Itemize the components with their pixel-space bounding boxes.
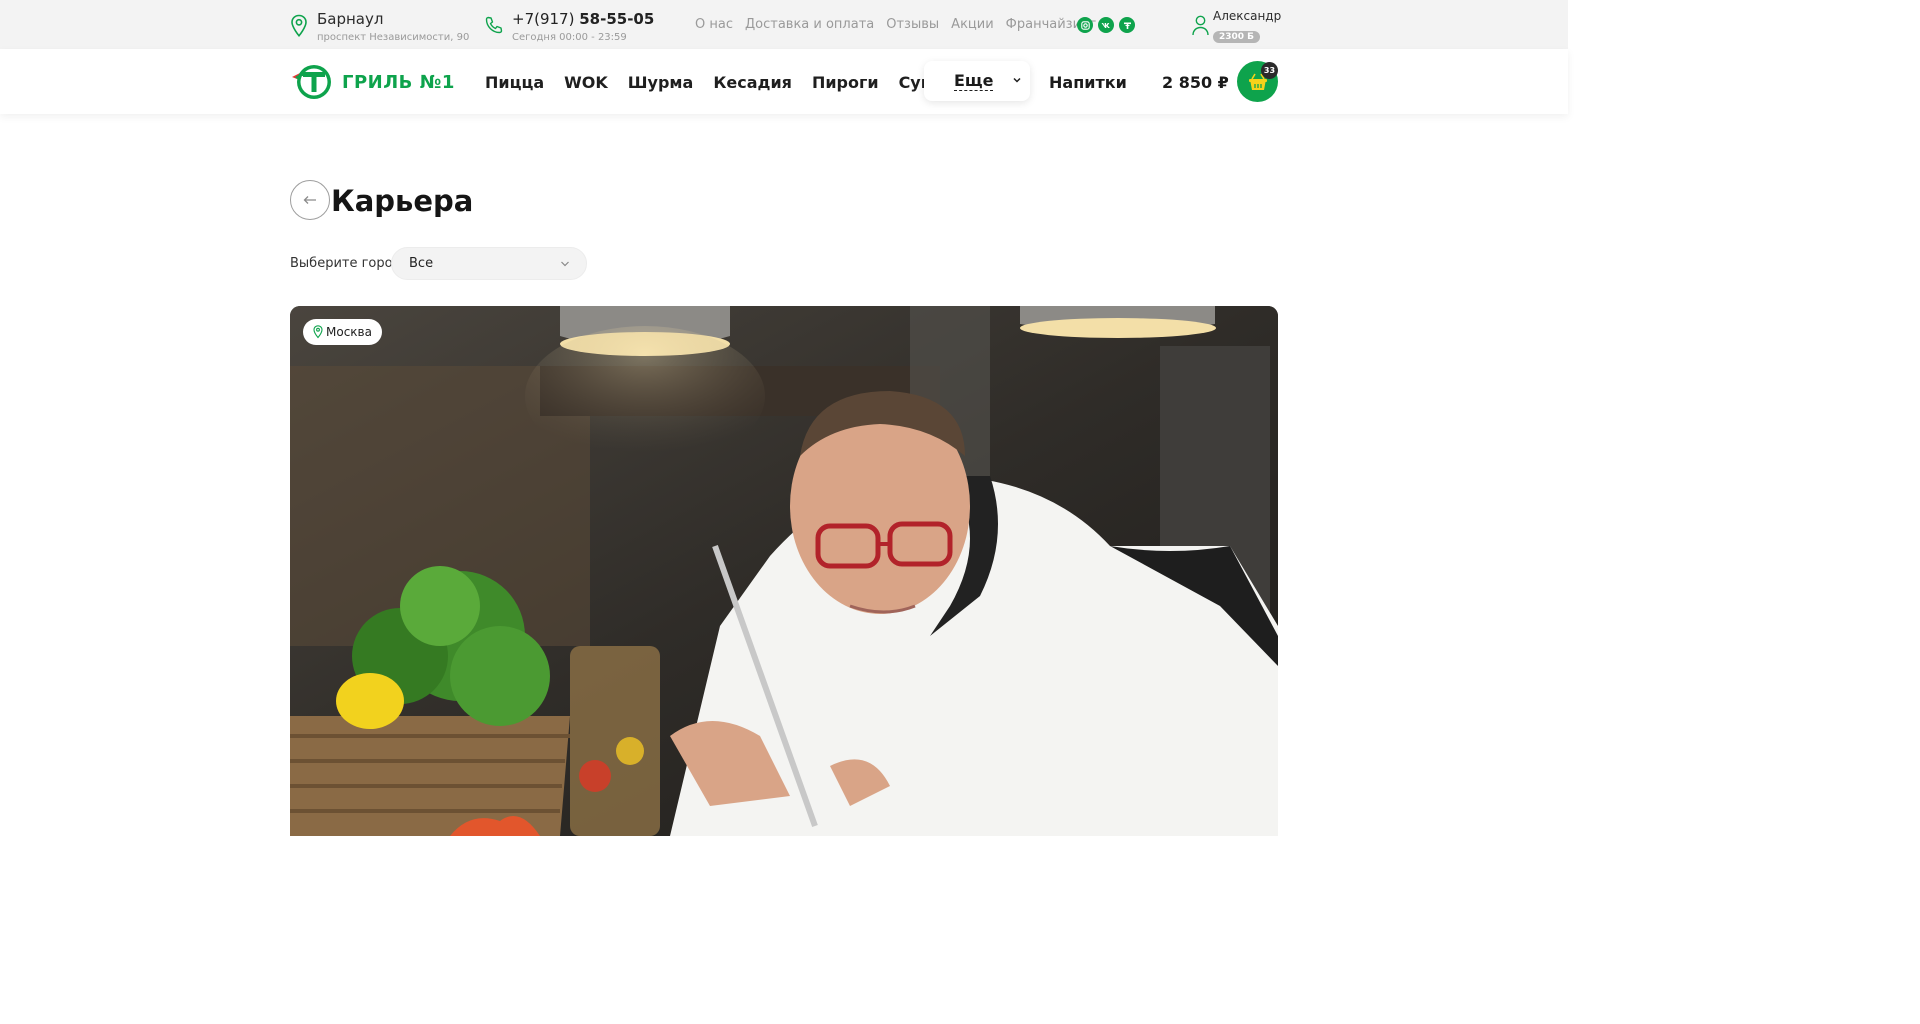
menu-item-drinks[interactable]: Напитки bbox=[1049, 73, 1127, 92]
instagram-icon[interactable] bbox=[1077, 17, 1093, 33]
city-name[interactable]: Барнаул bbox=[317, 10, 469, 28]
cart-total[interactable]: 2 850 ₽ bbox=[1162, 73, 1229, 92]
chevron-down-icon bbox=[561, 261, 569, 267]
link-promotions[interactable]: Акции bbox=[951, 17, 994, 32]
phone-main: 58-55-05 bbox=[579, 10, 655, 28]
top-links: О нас Доставка и оплата Отзывы Акции Фра… bbox=[695, 17, 1096, 32]
arrow-left-icon bbox=[303, 196, 316, 204]
menu-item-pizza[interactable]: Пицца bbox=[485, 73, 544, 92]
city-filter-select[interactable]: Все bbox=[391, 247, 587, 280]
location-pin-icon bbox=[313, 325, 323, 339]
tiktok-icon[interactable] bbox=[1119, 17, 1135, 33]
working-hours: Сегодня 00:00 - 23:59 bbox=[512, 32, 627, 43]
bonus-badge: 2300 Б bbox=[1213, 31, 1261, 43]
user-account[interactable]: Александр 2300 Б bbox=[1192, 9, 1281, 43]
vk-icon[interactable] bbox=[1098, 17, 1114, 33]
city-address: проспект Независимости, 90 bbox=[317, 32, 470, 43]
link-about[interactable]: О нас bbox=[695, 17, 733, 32]
user-icon bbox=[1192, 15, 1209, 36]
more-label: Еще bbox=[954, 70, 994, 91]
back-button[interactable] bbox=[290, 180, 330, 220]
location-pin-icon bbox=[291, 14, 307, 38]
link-reviews[interactable]: Отзывы bbox=[886, 17, 939, 32]
logo-text: ГРИЛЬ №1 bbox=[342, 71, 455, 93]
menu-item-pies[interactable]: Пироги bbox=[812, 73, 879, 92]
location-tag: Москва bbox=[303, 319, 382, 345]
city-selector[interactable]: Барнаул проспект Независимости, 90 bbox=[290, 10, 469, 45]
chevron-down-icon bbox=[1013, 77, 1021, 83]
city-filter-value: Все bbox=[409, 256, 434, 271]
menu-item-shurma[interactable]: Шурма bbox=[628, 73, 694, 92]
phone-number[interactable]: +7(917) 58-55-05 bbox=[512, 10, 654, 28]
phone-icon bbox=[485, 16, 503, 34]
logo[interactable]: ГРИЛЬ №1 bbox=[290, 63, 455, 101]
vacancy-card-image[interactable]: Москва bbox=[290, 306, 1278, 836]
cart-count-badge: 33 bbox=[1261, 62, 1278, 79]
chef-photo bbox=[290, 306, 1278, 836]
category-menu: Пицца WOK Шурма Кесадия Пироги Супы bbox=[485, 73, 966, 92]
more-dropdown[interactable]: Еще bbox=[924, 61, 1030, 101]
city-filter-label: Выберите город bbox=[290, 256, 402, 271]
link-delivery[interactable]: Доставка и оплата bbox=[745, 17, 874, 32]
location-tag-label: Москва bbox=[326, 325, 372, 339]
phone-block[interactable]: +7(917) 58-55-05 Сегодня 00:00 - 23:59 bbox=[484, 10, 654, 45]
phone-prefix: +7(917) bbox=[512, 10, 575, 28]
top-bar: Барнаул проспект Независимости, 90 +7(91… bbox=[0, 0, 1568, 49]
main-nav: ГРИЛЬ №1 Пицца WOK Шурма Кесадия Пироги … bbox=[0, 49, 1568, 114]
logo-icon bbox=[292, 65, 331, 99]
page-title: Карьера bbox=[331, 184, 474, 218]
menu-item-quesadilla[interactable]: Кесадия bbox=[713, 73, 792, 92]
user-name: Александр bbox=[1213, 9, 1282, 23]
social-links bbox=[1077, 17, 1135, 33]
menu-item-wok[interactable]: WOK bbox=[564, 73, 608, 92]
